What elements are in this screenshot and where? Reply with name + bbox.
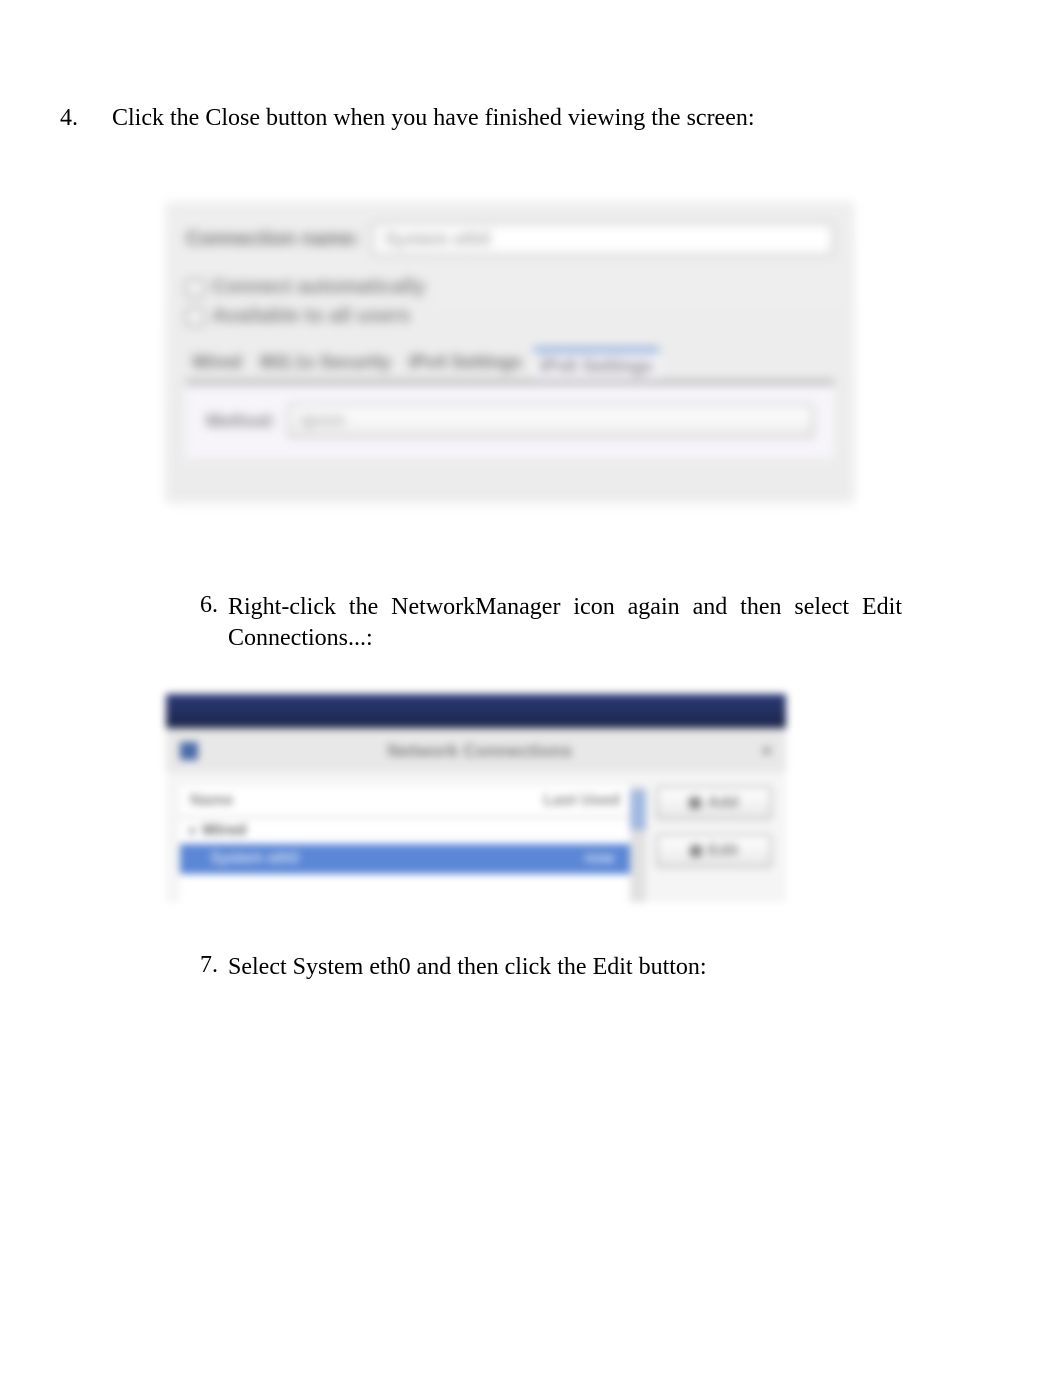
add-button[interactable]: Add: [656, 786, 772, 820]
tab-wired[interactable]: Wired: [186, 348, 248, 381]
scrollbar-thumb[interactable]: [630, 790, 646, 830]
selected-last-used: now: [585, 850, 614, 868]
expand-icon[interactable]: [190, 826, 196, 836]
connect-automatically-label: Connect automatically: [212, 276, 425, 299]
connection-name-label: Connection name:: [186, 228, 360, 251]
edit-button[interactable]: Edit: [656, 834, 772, 868]
close-icon[interactable]: ×: [761, 741, 772, 762]
step-7-number: 7.: [200, 952, 228, 979]
screenshot-editing-connection: Connection name: System eth0 Connect aut…: [166, 202, 854, 502]
method-select[interactable]: Ignore: [288, 404, 814, 438]
step-6-text: Right-click the NetworkManager icon agai…: [228, 592, 902, 654]
add-button-label: Add: [707, 794, 738, 812]
step-7-text: Select System eth0 and then click the Ed…: [228, 952, 902, 983]
method-label: Method:: [206, 411, 276, 432]
connect-automatically-checkbox[interactable]: [186, 279, 204, 297]
column-last-used: Last Used: [544, 792, 620, 810]
available-all-users-label: Available to all users: [212, 305, 410, 328]
scrollbar[interactable]: [630, 786, 646, 902]
step-6: 6. Right-click the NetworkManager icon a…: [60, 592, 1002, 654]
step-6-number: 6.: [200, 592, 228, 619]
edit-button-label: Edit: [708, 842, 738, 860]
step-4: 4. Click the Close button when you have …: [60, 105, 1002, 132]
group-wired: Wired: [202, 822, 246, 840]
step-4-number: 4.: [60, 105, 112, 132]
connection-name-value: System eth0: [384, 229, 490, 250]
connections-list[interactable]: Name Last Used Wired System eth0 now: [180, 786, 630, 902]
tab-ipv4[interactable]: IPv4 Settings: [403, 348, 528, 381]
tab-ipv6[interactable]: IPv6 Settings: [534, 348, 659, 381]
step-7: 7. Select System eth0 and then click the…: [60, 952, 1002, 983]
connection-name-input[interactable]: System eth0: [372, 222, 834, 256]
column-name: Name: [190, 792, 234, 810]
method-value: Ignore: [300, 412, 345, 430]
window-titlebar: [166, 694, 786, 728]
screenshot-network-connections: Network Connections × Name Last Used Wir…: [166, 694, 786, 902]
window-icon: [180, 742, 198, 760]
plus-icon: [689, 797, 701, 809]
step-4-text: Click the Close button when you have fin…: [112, 105, 1002, 132]
selected-name: System eth0: [210, 850, 299, 868]
tab-8021x[interactable]: 802.1x Security: [254, 348, 397, 381]
window-title: Network Connections: [198, 741, 761, 762]
list-item-selected[interactable]: System eth0 now: [180, 844, 630, 874]
gear-icon: [690, 845, 702, 857]
available-all-users-checkbox[interactable]: [186, 308, 204, 326]
